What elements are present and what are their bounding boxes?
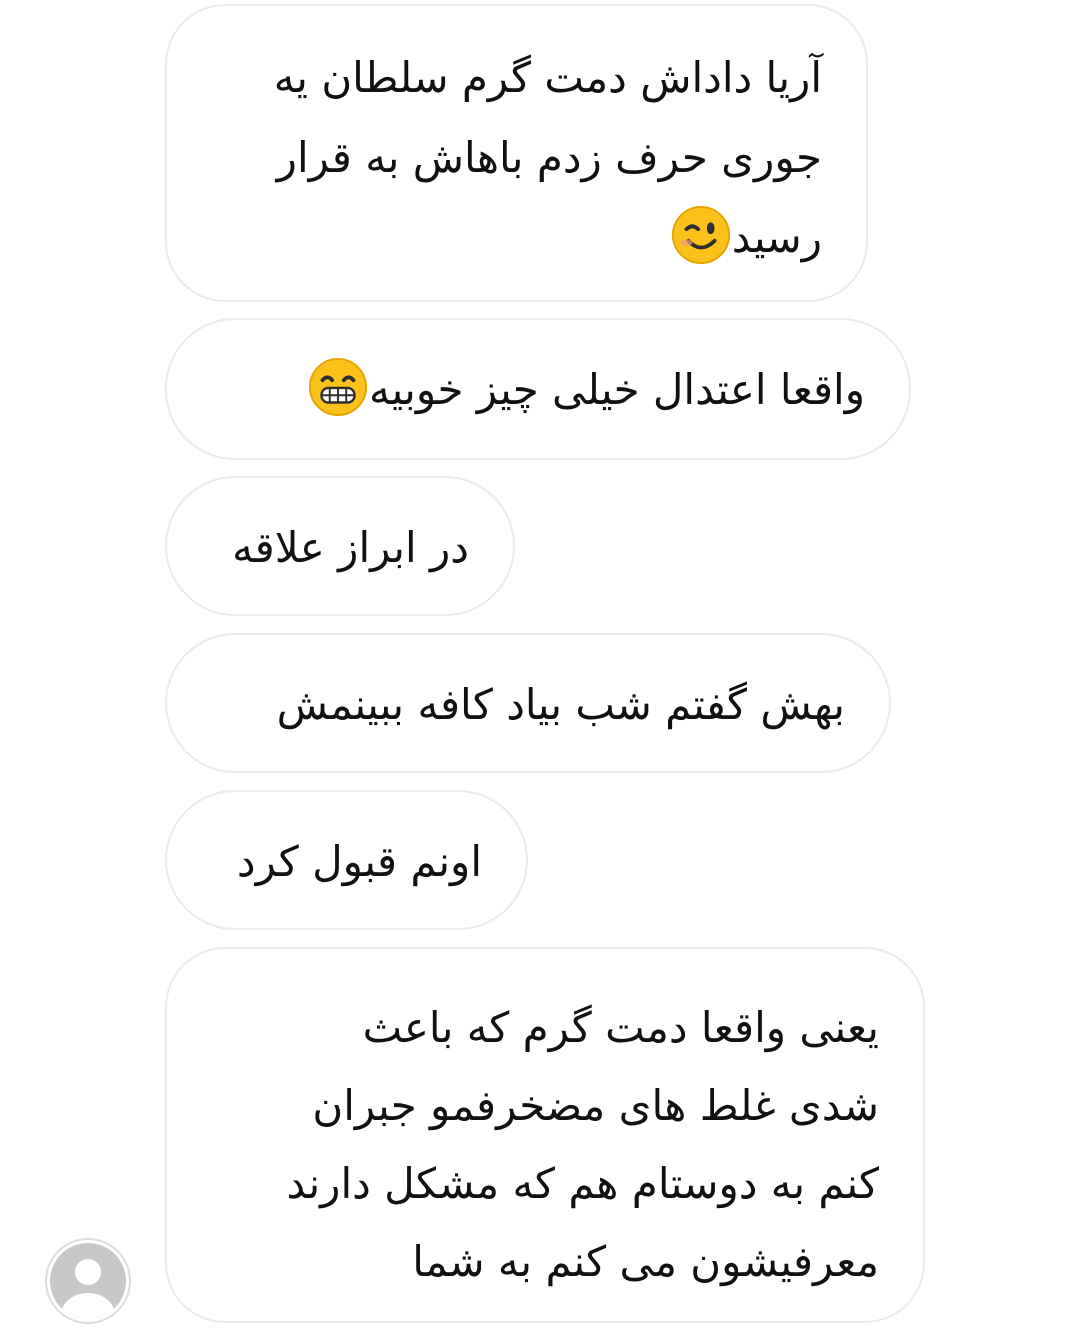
message-text: شدی غلط های مضخرفمو جبران [312, 1081, 879, 1130]
message-text: آریا داداش دمت گرم سلطان یه [273, 53, 822, 102]
sender-avatar[interactable] [44, 1237, 132, 1325]
message-text: در ابراز علاقه [232, 523, 469, 572]
message-bubble[interactable]: در ابراز علاقه [165, 476, 515, 616]
message-text: معرفیشون می کنم به شما [412, 1237, 879, 1286]
message-bubble[interactable]: اونم قبول کرد [165, 790, 528, 930]
default-user-avatar-icon [45, 1238, 131, 1324]
message-text: جوری حرف زدم باهاش به قرار [276, 133, 822, 182]
message-bubble[interactable]: بهش گفتم شب بیاد کافه ببینمش [165, 633, 891, 773]
message-bubble[interactable]: واقعا اعتدال خیلی چیز خوبیه [165, 318, 911, 460]
message-bubble[interactable]: آریا داداش دمت گرم سلطان یه جوری حرف زدم… [165, 4, 868, 302]
message-text: یعنی واقعا دمت گرم که باعث [362, 1003, 879, 1052]
message-text: بهش گفتم شب بیاد کافه ببینمش [276, 680, 845, 729]
message-text: رسید [731, 213, 822, 262]
winking-face-icon [670, 204, 732, 266]
message-text: کنم به دوستام هم که مشکل دارند [286, 1159, 879, 1208]
message-text: واقعا اعتدال خیلی چیز خوبیه [368, 365, 865, 414]
message-bubble[interactable]: یعنی واقعا دمت گرم که باعث شدی غلط های م… [165, 947, 925, 1323]
grinning-face-icon [307, 356, 369, 418]
message-text: اونم قبول کرد [236, 837, 482, 886]
